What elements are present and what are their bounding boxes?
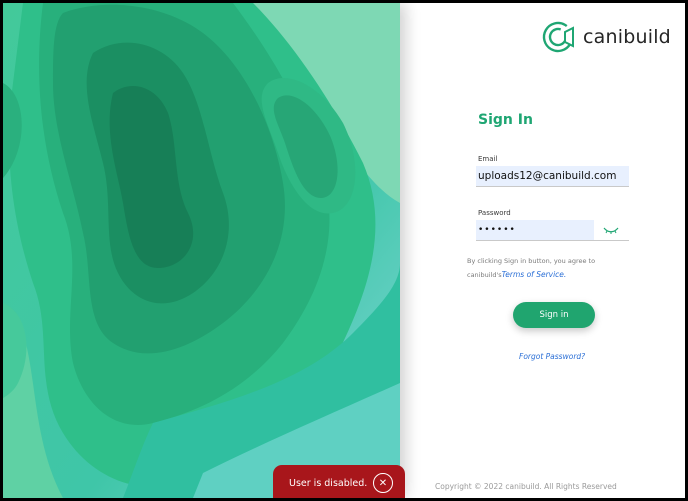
toast-message: User is disabled. [289,477,368,489]
close-icon[interactable]: ✕ [373,473,393,493]
terms-of-service-link[interactable]: Terms of Service. [502,270,567,279]
page-title: Sign In [478,112,533,128]
hero-artwork [3,3,400,498]
topographic-illustration [3,3,400,498]
password-field[interactable]: •••••• [476,220,594,240]
brand-name: canibuild [583,26,671,48]
password-label: Password [478,209,511,217]
forgot-password-link[interactable]: Forgot Password? [519,352,585,361]
error-toast: User is disabled. ✕ [273,465,405,498]
signin-panel: canibuild Sign In Email uploads12@canibu… [400,3,685,498]
sign-in-button[interactable]: Sign in [513,302,595,328]
email-label: Email [478,155,498,163]
app-window: canibuild Sign In Email uploads12@canibu… [3,3,685,498]
password-field-wrapper: •••••• [476,220,629,241]
eye-closed-icon[interactable] [603,225,619,235]
email-field[interactable]: uploads12@canibuild.com [476,166,629,187]
copyright-text: Copyright © 2022 canibuild. All Rights R… [435,482,617,491]
brand-logo: canibuild [541,20,671,54]
terms-notice: By clicking Sign in button, you agree to… [467,255,617,282]
canibuild-logo-icon [542,21,574,53]
